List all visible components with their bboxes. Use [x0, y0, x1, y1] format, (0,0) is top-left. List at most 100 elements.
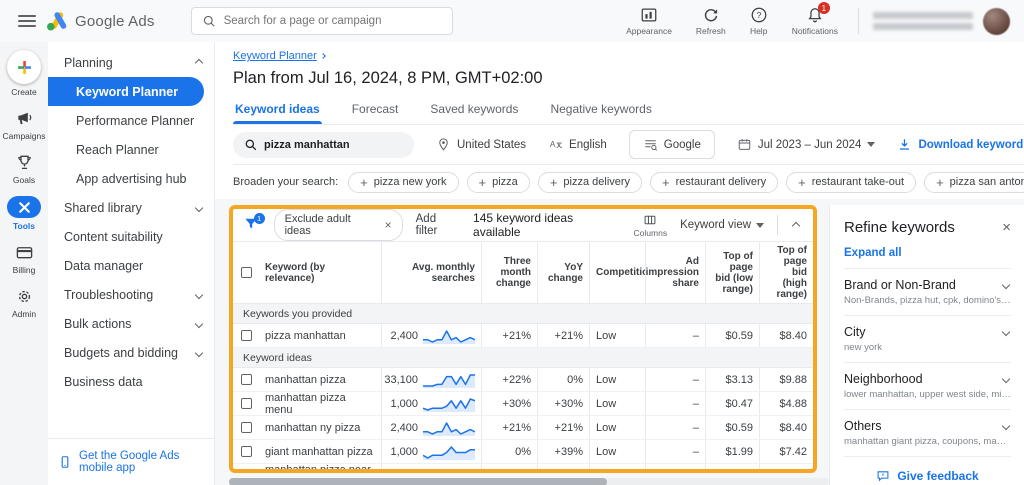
search-icon: [202, 14, 216, 28]
menu-icon[interactable]: [18, 15, 36, 27]
sidebar-item-content-suitability[interactable]: Content suitability: [48, 222, 214, 251]
topbar-action-refresh[interactable]: Refresh: [696, 6, 726, 36]
topbar-action-notifications[interactable]: 1Notifications: [792, 6, 838, 36]
refine-section-neighborhood[interactable]: Neighborhoodlower manhattan, upper west …: [844, 362, 1011, 409]
chevron-down-icon: [1002, 422, 1010, 430]
collapse-table-button[interactable]: [791, 216, 803, 234]
topbar-action-help[interactable]: ?Help: [750, 6, 768, 36]
sidebar-item-app-advertising-hub[interactable]: App advertising hub: [48, 164, 214, 193]
refine-section-others[interactable]: Othersmanhattan giant pizza, coupons, ma…: [844, 409, 1011, 456]
tab-saved-keywords[interactable]: Saved keywords: [428, 97, 520, 124]
avatar[interactable]: [983, 8, 1010, 35]
sidebar-item-label: Reach Planner: [76, 143, 159, 157]
keyword-search-input[interactable]: [264, 139, 414, 151]
rail-item-billing[interactable]: Billing: [13, 242, 36, 275]
row-checkbox[interactable]: [241, 470, 252, 473]
network-selector[interactable]: Google: [629, 130, 715, 159]
cell-yoy-change: +21%: [537, 416, 589, 439]
sidebar-item-planning[interactable]: Planning: [48, 48, 214, 77]
close-icon[interactable]: ×: [385, 218, 392, 232]
refine-section-title: Brand or Non-Brand: [844, 278, 956, 292]
filter-funnel-icon[interactable]: 1: [243, 216, 261, 234]
row-checkbox[interactable]: [241, 422, 252, 433]
rail-item-tools[interactable]: Tools: [7, 196, 41, 231]
broaden-chip[interactable]: +pizza new york: [348, 172, 458, 193]
cell-bid-low: $1.99: [705, 440, 759, 463]
filter-count-badge: 1: [254, 213, 265, 224]
cell-bid-high: $9.65: [759, 464, 813, 473]
cell-competition: Low: [589, 324, 645, 347]
location-selector[interactable]: United States: [436, 137, 526, 152]
cell-three-month-change: +30%: [481, 392, 537, 415]
table-row: giant manhattan pizza1,0000%+39%Low–$1.9…: [233, 440, 813, 464]
chevron-down-icon: [195, 290, 203, 298]
mobile-app-label: Get the Google Ads mobile app: [79, 450, 204, 474]
exclude-adult-ideas-chip[interactable]: Exclude adult ideas ×: [274, 209, 403, 241]
sparkline-chart: [423, 468, 475, 473]
header-c-high: Top of page bid (high range): [759, 242, 813, 303]
tab-bar: Keyword ideas Forecast Saved keywords Negat…: [233, 97, 1024, 125]
row-checkbox[interactable]: [241, 330, 252, 341]
tab-negative-keywords[interactable]: Negative keywords: [548, 97, 653, 124]
sidebar-item-business-data[interactable]: Business data: [48, 367, 214, 396]
mobile-app-link[interactable]: Get the Google Ads mobile app: [48, 438, 214, 485]
sidebar-item-performance-planner[interactable]: Performance Planner: [48, 106, 214, 135]
broaden-chip[interactable]: +pizza delivery: [538, 172, 642, 193]
sparkline-chart: [423, 328, 475, 344]
row-checkbox[interactable]: [241, 446, 252, 457]
sidebar-item-data-manager[interactable]: Data manager: [48, 251, 214, 280]
sidebar-item-reach-planner[interactable]: Reach Planner: [48, 135, 214, 164]
broaden-chip[interactable]: +pizza san antonio: [924, 172, 1024, 193]
cell-bid-low: $0.59: [705, 324, 759, 347]
row-checkbox[interactable]: [241, 398, 252, 409]
row-checkbox[interactable]: [241, 374, 252, 385]
rail-item-create[interactable]: Create: [7, 50, 41, 97]
global-search-input[interactable]: [224, 15, 424, 27]
rail-item-admin[interactable]: Admin: [12, 286, 36, 319]
language-selector[interactable]: A English: [548, 137, 607, 152]
rail-item-campaigns[interactable]: Campaigns: [3, 108, 46, 141]
sparkline-chart: [423, 420, 475, 436]
global-search[interactable]: [191, 7, 453, 35]
broaden-chip[interactable]: +restaurant delivery: [650, 172, 778, 193]
cell-bid-high: $8.40: [759, 324, 813, 347]
date-range-selector[interactable]: Jul 2023 – Jun 2024: [737, 137, 876, 152]
sidebar-item-troubleshooting[interactable]: Troubleshooting: [48, 280, 214, 309]
language-label: English: [569, 139, 607, 151]
notification-badge: 1: [818, 2, 830, 14]
account-info[interactable]: [873, 8, 1010, 35]
rail-item-goals[interactable]: Goals: [13, 152, 35, 185]
row-checkbox-cell: [233, 464, 259, 473]
give-feedback-button[interactable]: Give feedback: [844, 456, 1011, 485]
broaden-chip[interactable]: +pizza: [467, 172, 530, 193]
broaden-chip[interactable]: +restaurant take-out: [786, 172, 916, 193]
breadcrumb-link[interactable]: Keyword Planner: [233, 50, 317, 62]
expand-all-link[interactable]: Expand all: [844, 247, 1011, 259]
cell-keyword: manhattan ny pizza: [259, 416, 381, 439]
refine-section-brand-or-non-brand[interactable]: Brand or Non-BrandNon-Brands, pizza hut,…: [844, 268, 1011, 315]
rail-item-label: Admin: [12, 309, 36, 319]
sidebar-item-keyword-planner[interactable]: Keyword Planner: [48, 77, 204, 106]
location-label: United States: [457, 139, 526, 151]
keyword-search[interactable]: [233, 132, 414, 158]
sidebar-item-bulk-actions[interactable]: Bulk actions: [48, 309, 214, 338]
sidebar-item-shared-library[interactable]: Shared library: [48, 193, 214, 222]
download-keyword-ideas-button[interactable]: Download keyword ideas: [897, 137, 1024, 152]
chevron-down-icon: [195, 203, 203, 211]
table-section-label: Keywords you provided: [233, 304, 813, 324]
tab-keyword-ideas[interactable]: Keyword ideas: [233, 97, 322, 124]
add-filter-button[interactable]: Add filter: [416, 213, 460, 237]
select-all-checkbox[interactable]: [241, 267, 252, 278]
keyword-view-dropdown[interactable]: Keyword view: [680, 219, 764, 231]
topbar-action-appearance[interactable]: Appearance: [626, 6, 672, 36]
tab-forecast[interactable]: Forecast: [350, 97, 401, 124]
close-icon[interactable]: ×: [1002, 220, 1011, 235]
cell-avg-monthly-searches: 2,400: [381, 416, 481, 439]
refine-section-city[interactable]: Citynew york: [844, 315, 1011, 362]
columns-button[interactable]: Columns: [634, 213, 668, 238]
horizontal-scrollbar[interactable]: [229, 478, 829, 485]
table-row: manhattan pizza menu1,000+30%+30%Low–$0.…: [233, 392, 813, 416]
scrollbar-thumb[interactable]: [229, 478, 607, 485]
rail-item-label: Tools: [13, 221, 35, 231]
sidebar-item-budgets-and-bidding[interactable]: Budgets and bidding: [48, 338, 214, 367]
